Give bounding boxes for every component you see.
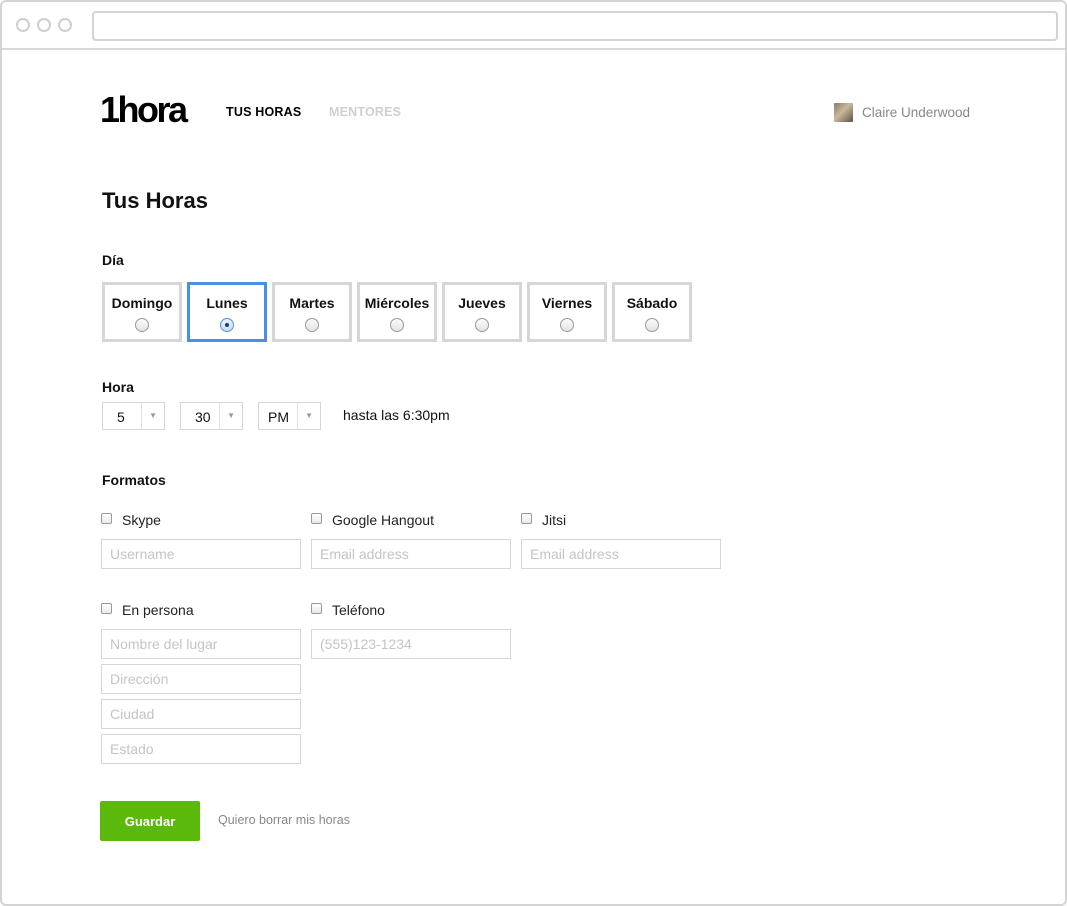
hour-section-label: Hora (102, 379, 134, 395)
day-option-label: Sábado (626, 295, 678, 311)
chevron-down-icon: ▼ (305, 411, 313, 420)
day-option[interactable]: Miércoles (357, 282, 437, 342)
day-radio[interactable] (645, 318, 659, 332)
window-zoom-dot[interactable] (58, 18, 72, 32)
skype-label[interactable]: Skype (122, 512, 161, 528)
minute-select-value: 30 (195, 409, 211, 425)
window-close-dot[interactable] (16, 18, 30, 32)
hangout-email-input[interactable] (311, 539, 511, 569)
hour-select-value: 5 (117, 409, 125, 425)
hangout-checkbox[interactable] (311, 513, 322, 524)
skype-checkbox[interactable] (101, 513, 112, 524)
hangout-label[interactable]: Google Hangout (332, 512, 434, 528)
phone-input[interactable] (311, 629, 511, 659)
telefono-checkbox[interactable] (311, 603, 322, 614)
day-radio[interactable] (305, 318, 319, 332)
day-radio[interactable] (475, 318, 489, 332)
chevron-down-icon: ▼ (149, 411, 157, 420)
state-input[interactable] (101, 734, 301, 764)
address-input[interactable] (101, 664, 301, 694)
ampm-select-value: PM (268, 409, 289, 425)
formats-section-label: Formatos (102, 472, 166, 488)
jitsi-email-input[interactable] (521, 539, 721, 569)
skype-username-input[interactable] (101, 539, 301, 569)
en-persona-checkbox[interactable] (101, 603, 112, 614)
avatar[interactable] (834, 103, 853, 122)
day-radio[interactable] (390, 318, 404, 332)
day-radio[interactable] (135, 318, 149, 332)
page-title: Tus Horas (102, 188, 208, 213)
user-name[interactable]: Claire Underwood (862, 105, 970, 120)
hour-select[interactable]: 5 ▼ (102, 402, 165, 430)
browser-chrome (2, 2, 1065, 50)
select-divider (219, 403, 220, 429)
browser-window: 1hora TUS HORAS MENTORES Claire Underwoo… (0, 0, 1067, 906)
end-time-text: hasta las 6:30pm (343, 407, 450, 423)
jitsi-checkbox[interactable] (521, 513, 532, 524)
day-option[interactable]: Martes (272, 282, 352, 342)
window-minimize-dot[interactable] (37, 18, 51, 32)
delete-hours-link[interactable]: Quiero borrar mis horas (218, 813, 350, 827)
day-option[interactable]: Viernes (527, 282, 607, 342)
day-option[interactable]: Lunes (187, 282, 267, 342)
logo[interactable]: 1hora (100, 90, 188, 130)
save-button[interactable]: Guardar (100, 801, 200, 841)
day-option-label: Domingo (111, 295, 173, 311)
jitsi-label[interactable]: Jitsi (542, 512, 566, 528)
nav-tus-horas[interactable]: TUS HORAS (226, 105, 301, 119)
day-option[interactable]: Sábado (612, 282, 692, 342)
city-input[interactable] (101, 699, 301, 729)
minute-select[interactable]: 30 ▼ (180, 402, 243, 430)
day-radio[interactable] (220, 318, 234, 332)
day-option-label: Viernes (541, 295, 593, 311)
nav-mentores[interactable]: MENTORES (329, 105, 401, 119)
day-option-label: Jueves (458, 295, 506, 311)
select-divider (297, 403, 298, 429)
select-divider (141, 403, 142, 429)
en-persona-label[interactable]: En persona (122, 602, 194, 618)
day-option-label: Lunes (206, 295, 248, 311)
day-option-label: Martes (289, 295, 335, 311)
day-radio[interactable] (560, 318, 574, 332)
chevron-down-icon: ▼ (227, 411, 235, 420)
ampm-select[interactable]: PM ▼ (258, 402, 321, 430)
telefono-label[interactable]: Teléfono (332, 602, 385, 618)
address-bar[interactable] (92, 11, 1058, 41)
day-option[interactable]: Domingo (102, 282, 182, 342)
day-option-label: Miércoles (364, 295, 430, 311)
day-section-label: Día (102, 252, 124, 268)
place-name-input[interactable] (101, 629, 301, 659)
day-option[interactable]: Jueves (442, 282, 522, 342)
